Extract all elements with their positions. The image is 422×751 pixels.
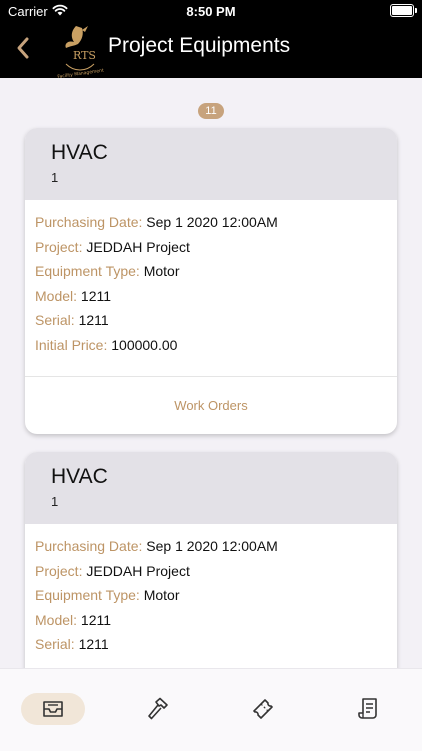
equipment-subtitle: 1 <box>51 170 59 185</box>
field-label: Model: <box>35 287 78 304</box>
field-label: Equipment Type: <box>35 263 140 279</box>
field-value: Sep 1 2020 12:00AM <box>146 214 278 230</box>
field-value: 1211 <box>78 636 109 652</box>
back-chevron-icon[interactable] <box>12 34 36 62</box>
tab-reports[interactable] <box>337 693 401 725</box>
serial-row: Serial: 1211 <box>35 632 387 657</box>
tab-tickets[interactable] <box>231 693 295 725</box>
equipment-card[interactable]: HVAC 1 Purchasing Date: Sep 1 2020 12:00… <box>25 452 397 668</box>
field-label: Purchasing Date: <box>35 214 143 230</box>
tab-bar <box>0 668 422 751</box>
field-value: 1211 <box>80 611 112 628</box>
hammer-icon <box>148 697 168 720</box>
ticket-icon <box>253 699 273 719</box>
work-orders-button[interactable]: Work Orders <box>25 376 397 434</box>
equipment-name: HVAC <box>51 141 108 164</box>
field-label: Model: <box>35 611 78 628</box>
field-value: JEDDAH Project <box>86 562 190 579</box>
equipment-type-row: Equipment Type: Motor <box>35 259 387 284</box>
card-header: HVAC 1 <box>25 128 397 200</box>
project-row: Project: JEDDAH Project <box>35 235 387 260</box>
status-time: 8:50 PM <box>186 4 236 19</box>
field-value: 1211 <box>80 287 112 304</box>
initial-price-row: Initial Price: 100000.00 <box>35 333 387 358</box>
field-value: JEDDAH Project <box>86 238 190 255</box>
field-label: Serial: <box>35 312 75 328</box>
serial-row: Serial: 1211 <box>35 308 387 333</box>
field-value: 1211 <box>78 312 109 328</box>
field-label: Project: <box>35 562 83 579</box>
field-label: Initial Price: <box>35 336 108 353</box>
logo-caption: Facility Management <box>57 68 104 78</box>
equipment-type-row: Equipment Type: Motor <box>35 583 387 608</box>
model-row: Model: 1211 <box>35 284 387 309</box>
battery-icon <box>390 4 417 17</box>
status-bar: Carrier 8:50 PM <box>0 0 422 22</box>
equipment-list[interactable]: 11 HVAC 1 Purchasing Date: Sep 1 2020 12… <box>0 78 422 668</box>
document-scroll-icon <box>358 698 377 719</box>
field-label: Project: <box>35 238 83 255</box>
equipment-name: HVAC <box>51 465 108 488</box>
purchasing-date-row: Purchasing Date: Sep 1 2020 12:00AM <box>35 210 387 235</box>
field-value: Sep 1 2020 12:00AM <box>146 538 278 554</box>
card-details: Purchasing Date: Sep 1 2020 12:00AM Proj… <box>25 200 397 357</box>
tab-tools[interactable] <box>126 693 190 725</box>
equipment-subtitle: 1 <box>51 494 59 509</box>
field-value: 100000.00 <box>111 336 178 353</box>
field-label: Purchasing Date: <box>35 538 143 554</box>
inbox-icon <box>43 701 63 717</box>
navigation-bar: RTS Facility Management Project Equipmen… <box>0 22 422 78</box>
project-row: Project: JEDDAH Project <box>35 559 387 584</box>
company-logo: RTS Facility Management <box>57 26 104 78</box>
equipment-card[interactable]: HVAC 1 Purchasing Date: Sep 1 2020 12:00… <box>25 128 397 434</box>
field-value: Motor <box>143 587 180 603</box>
page-title: Project Equipments <box>108 34 291 57</box>
tab-inbox[interactable] <box>21 693 85 725</box>
model-row: Model: 1211 <box>35 608 387 633</box>
count-badge: 11 <box>198 103 224 119</box>
purchasing-date-row: Purchasing Date: Sep 1 2020 12:00AM <box>35 534 387 559</box>
card-header: HVAC 1 <box>25 452 397 524</box>
card-details: Purchasing Date: Sep 1 2020 12:00AM Proj… <box>25 524 397 657</box>
field-label: Serial: <box>35 636 75 652</box>
field-label: Equipment Type: <box>35 587 140 603</box>
field-value: Motor <box>143 263 180 279</box>
logo-text: RTS <box>73 49 96 62</box>
